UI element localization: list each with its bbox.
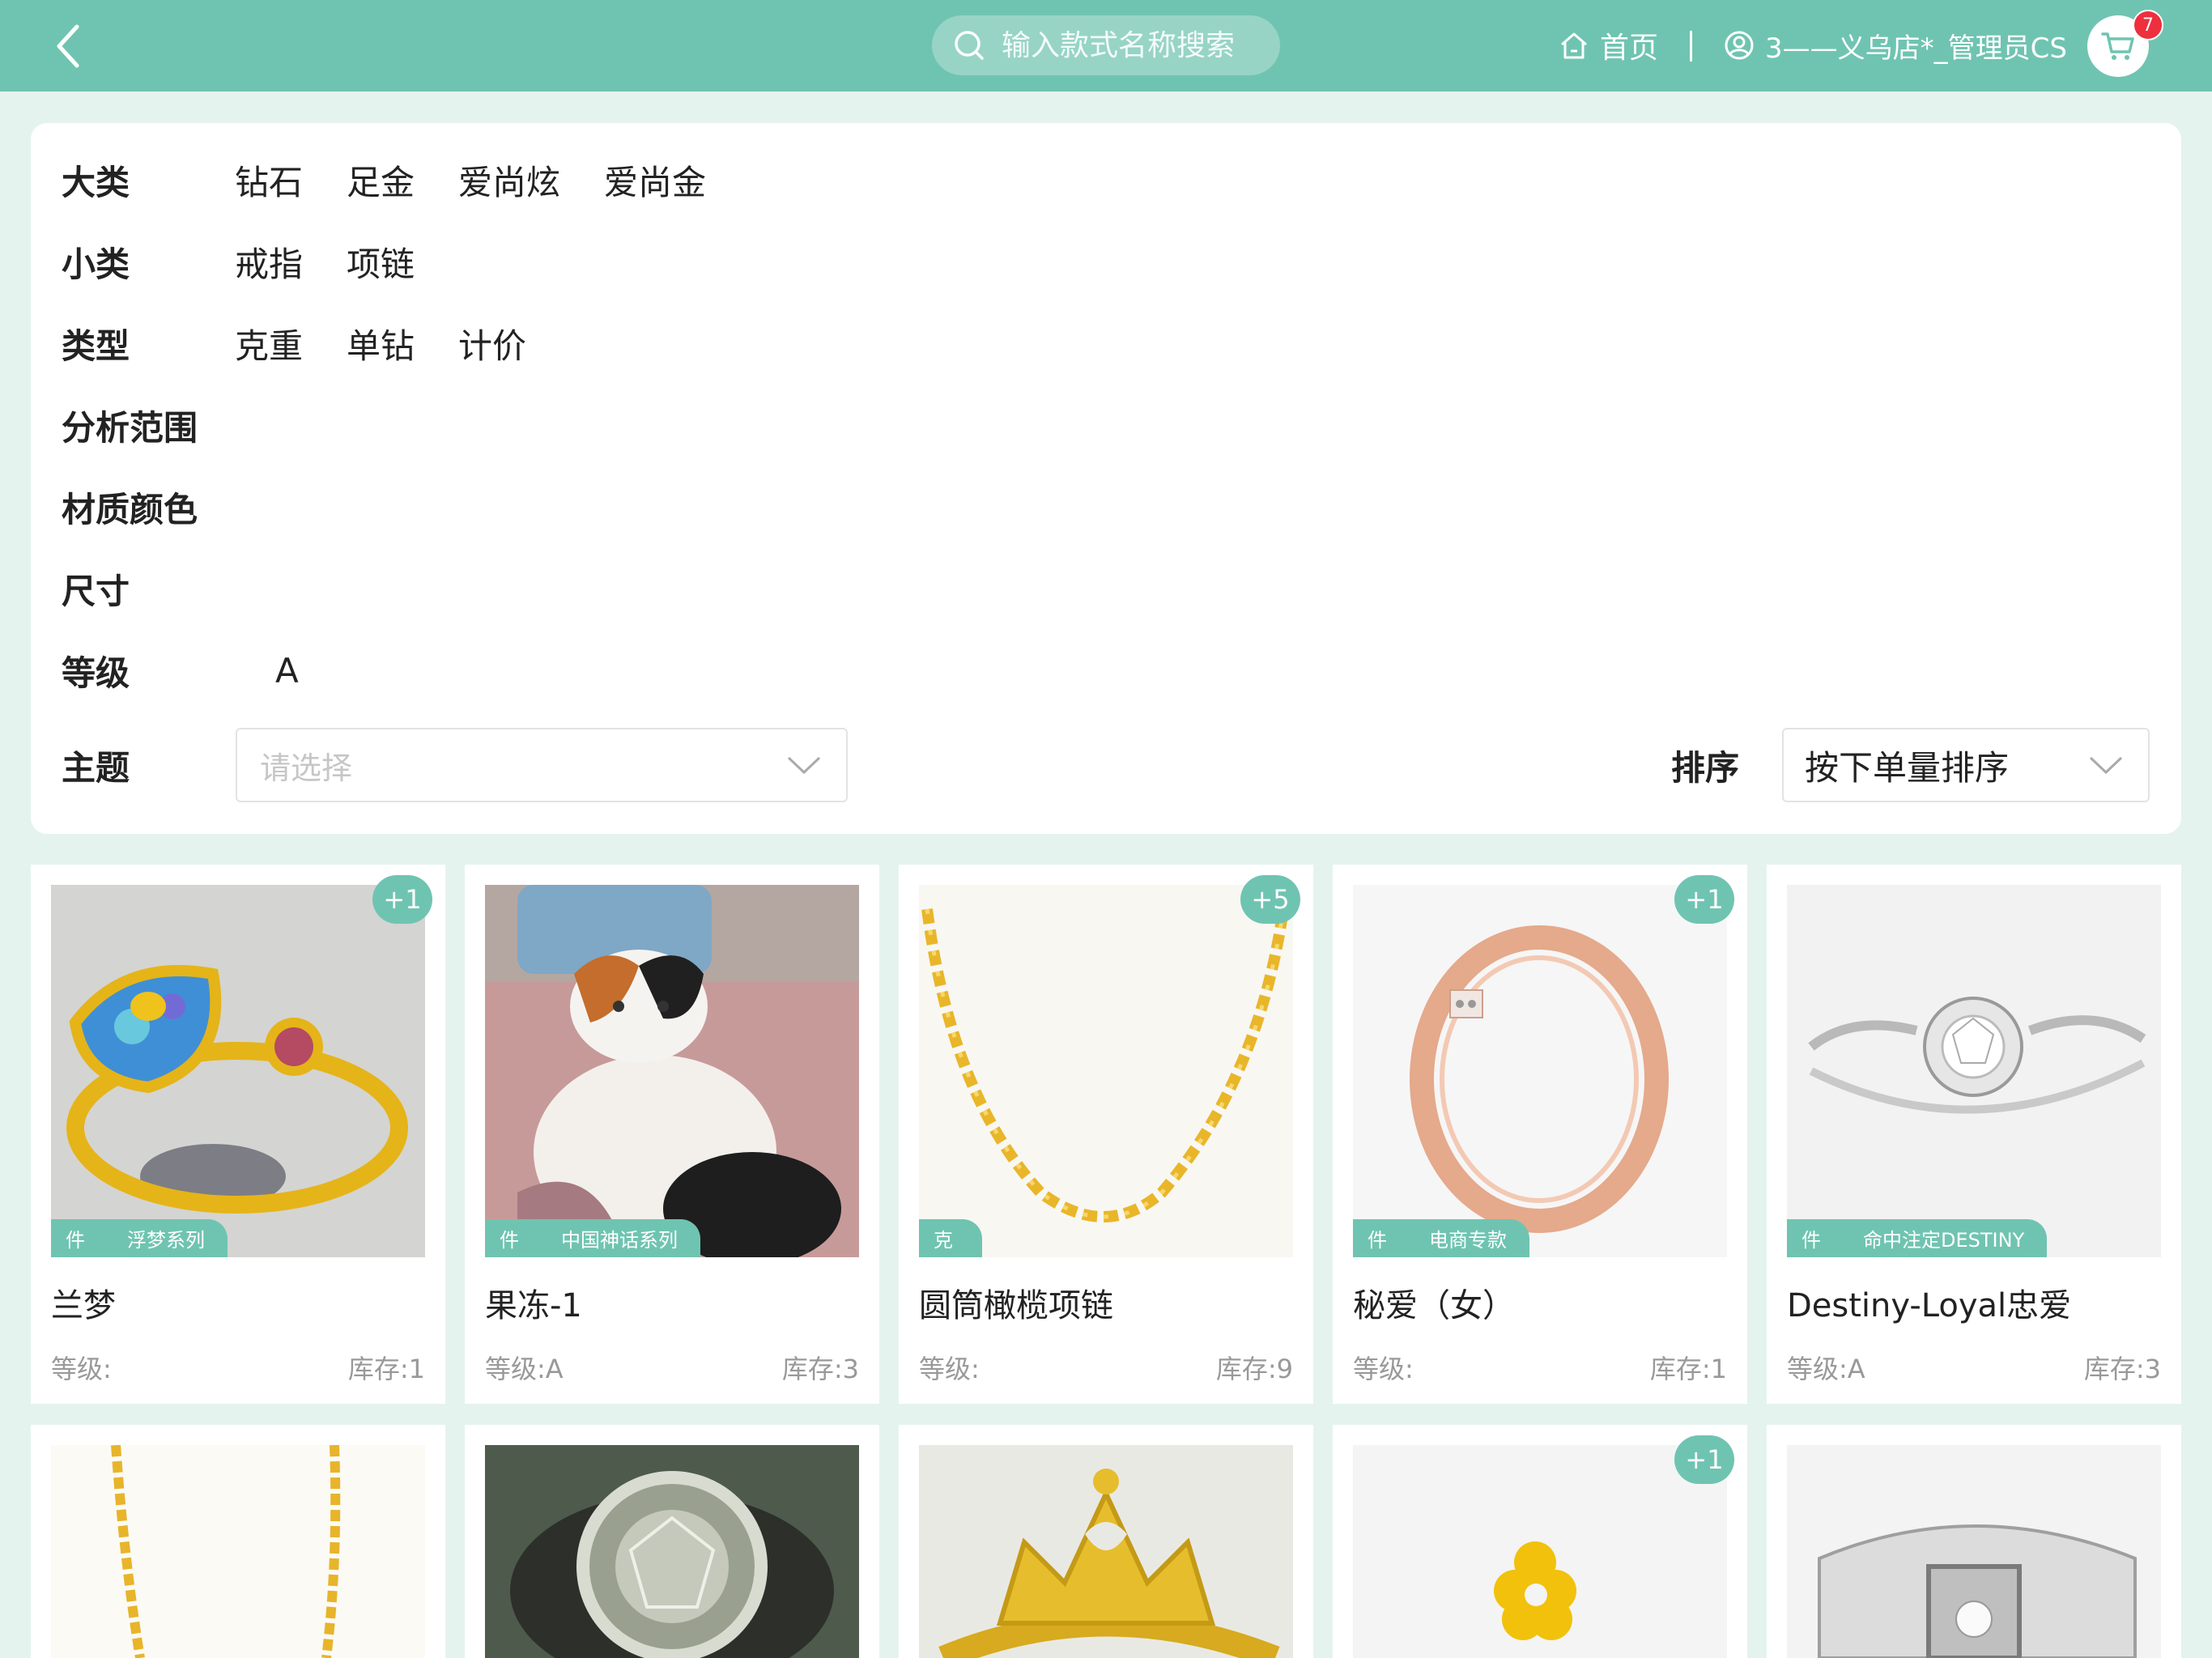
variant-count-badge: +1 (1674, 875, 1734, 924)
product-name: 秘爱（女） (1353, 1287, 1515, 1324)
filter-label: 材质颜色 (62, 489, 198, 529)
product-card[interactable]: +1 (1333, 1425, 1747, 1658)
filter-option[interactable]: 项链 (347, 237, 415, 287)
product-image (485, 1445, 859, 1658)
home-label: 首页 (1600, 32, 1659, 65)
chevron-left-icon (57, 24, 79, 68)
user-label: 3——义乌店*_管理员CS (1765, 32, 2067, 65)
product-stock: 库存:3 (2083, 1354, 2161, 1384)
product-image (1787, 885, 2161, 1257)
series-tag: 命中注定DESTINY (1823, 1219, 2048, 1257)
filter-row-size: 尺寸 (62, 564, 235, 613)
back-button[interactable] (40, 18, 97, 74)
product-tags: 件 中国神话系列 (485, 1219, 700, 1257)
search-bar[interactable] (932, 15, 1280, 75)
product-image (919, 1445, 1293, 1658)
unit-tag: 件 (1787, 1219, 1850, 1257)
filter-label: 类型 (62, 325, 130, 366)
filter-option[interactable]: 克重 (235, 319, 303, 368)
product-card[interactable]: +5 克 圆筒橄榄项链 等级: 库存:9 (899, 865, 1313, 1404)
sort-select[interactable]: 按下单量排序 (1782, 728, 2150, 802)
variant-count-badge: +1 (372, 875, 432, 924)
unit-tag: 件 (1353, 1219, 1416, 1257)
product-card[interactable] (1767, 1425, 2181, 1658)
product-grade: 等级:A (485, 1354, 564, 1384)
filter-label: 主题 (62, 747, 130, 788)
product-card[interactable]: 件 中国神话系列 果冻-1 等级:A 库存:3 (465, 865, 879, 1404)
filter-row-subcategory: 小类 戒指 项链 (62, 237, 458, 286)
unit-tag: 件 (485, 1219, 548, 1257)
filter-row-material: 材质颜色 (62, 483, 235, 531)
unit-tag: 件 (51, 1219, 114, 1257)
product-name: Destiny-Loyal忠爱 (1787, 1287, 2072, 1324)
filter-row-category: 大类 钻石 足金 爱尚炫 爱尚金 (62, 155, 750, 204)
search-input[interactable] (1000, 28, 1270, 63)
sort-select-value: 按下单量排序 (1805, 747, 2010, 788)
product-stock: 库存:1 (1649, 1354, 1727, 1384)
product-card[interactable] (899, 1425, 1313, 1658)
theme-select[interactable]: 请选择 (236, 728, 848, 802)
header-divider (1690, 31, 1692, 62)
filter-panel: 大类 钻石 足金 爱尚炫 爱尚金 小类 戒指 项链 类型 克重 单钻 计价 分析… (31, 123, 2181, 834)
user-icon (1725, 31, 1754, 60)
product-stock: 库存:3 (781, 1354, 859, 1384)
product-name: 果冻-1 (485, 1287, 582, 1324)
filter-label: 等级 (62, 653, 130, 693)
filter-option[interactable]: 钻石 (235, 155, 303, 205)
filter-option[interactable]: 单钻 (347, 319, 415, 368)
filter-option[interactable]: 计价 (458, 319, 526, 368)
chevron-down-icon (2082, 728, 2130, 802)
product-card[interactable]: +1 件 浮梦系列 兰梦 等级: 库存:1 (31, 865, 445, 1404)
top-bar: 首页 3——义乌店*_管理员CS 7 (0, 0, 2212, 91)
user-account[interactable]: 3——义乌店*_管理员CS (1723, 24, 2067, 66)
product-grade: 等级: (51, 1354, 112, 1384)
product-card[interactable] (465, 1425, 879, 1658)
cart-count-badge: 7 (2133, 10, 2163, 40)
filter-label: 大类 (62, 162, 130, 202)
sort-label: 排序 (1671, 748, 1740, 788)
home-link[interactable]: 首页 (1558, 24, 1658, 66)
product-image (51, 1445, 425, 1658)
filter-row-type: 类型 克重 单钻 计价 (62, 319, 570, 368)
product-stock: 库存:9 (1215, 1354, 1293, 1384)
product-image (51, 885, 425, 1257)
unit-tag: 克 (919, 1219, 982, 1257)
product-tags: 件 浮梦系列 (51, 1219, 228, 1257)
product-tags: 件 电商专款 (1353, 1219, 1529, 1257)
filter-row-grade: 等级 A (62, 646, 342, 695)
filter-option[interactable]: 戒指 (235, 237, 303, 287)
filter-label: 分析范围 (62, 407, 198, 448)
filter-option[interactable]: 足金 (347, 155, 415, 205)
variant-count-badge: +1 (1674, 1435, 1734, 1484)
product-grade: 等级: (1353, 1354, 1414, 1384)
product-card[interactable] (31, 1425, 445, 1658)
product-tags: 件 命中注定DESTINY (1787, 1219, 2048, 1257)
chevron-down-icon (780, 728, 828, 802)
product-stock: 库存:1 (347, 1354, 425, 1384)
product-grade: 等级: (919, 1354, 980, 1384)
search-icon (955, 31, 984, 60)
product-image (1787, 1445, 2161, 1658)
filter-option[interactable]: 爱尚金 (604, 155, 706, 205)
cart-icon (2101, 32, 2134, 60)
product-image (1353, 1445, 1727, 1658)
filter-label: 尺寸 (62, 571, 130, 611)
filter-label: 小类 (62, 244, 130, 284)
filter-row-range: 分析范围 (62, 401, 235, 449)
product-name: 圆筒橄榄项链 (919, 1287, 1113, 1324)
filter-option[interactable]: A (275, 651, 299, 691)
product-image (1353, 885, 1727, 1257)
home-icon (1561, 32, 1587, 59)
product-grade: 等级:A (1787, 1354, 1865, 1384)
product-tags: 克 (919, 1219, 982, 1257)
filter-row-theme: 主题 (62, 741, 235, 789)
filter-option[interactable]: 爱尚炫 (458, 155, 560, 205)
theme-select-value: 请选择 (260, 750, 353, 786)
product-image (485, 885, 859, 1257)
product-card[interactable]: 件 命中注定DESTINY Destiny-Loyal忠爱 等级:A 库存:3 (1767, 865, 2181, 1404)
variant-count-badge: +5 (1240, 875, 1300, 924)
product-card[interactable]: +1 件 电商专款 秘爱（女） 等级: 库存:1 (1333, 865, 1747, 1404)
product-name: 兰梦 (51, 1287, 116, 1324)
product-image (919, 885, 1293, 1257)
